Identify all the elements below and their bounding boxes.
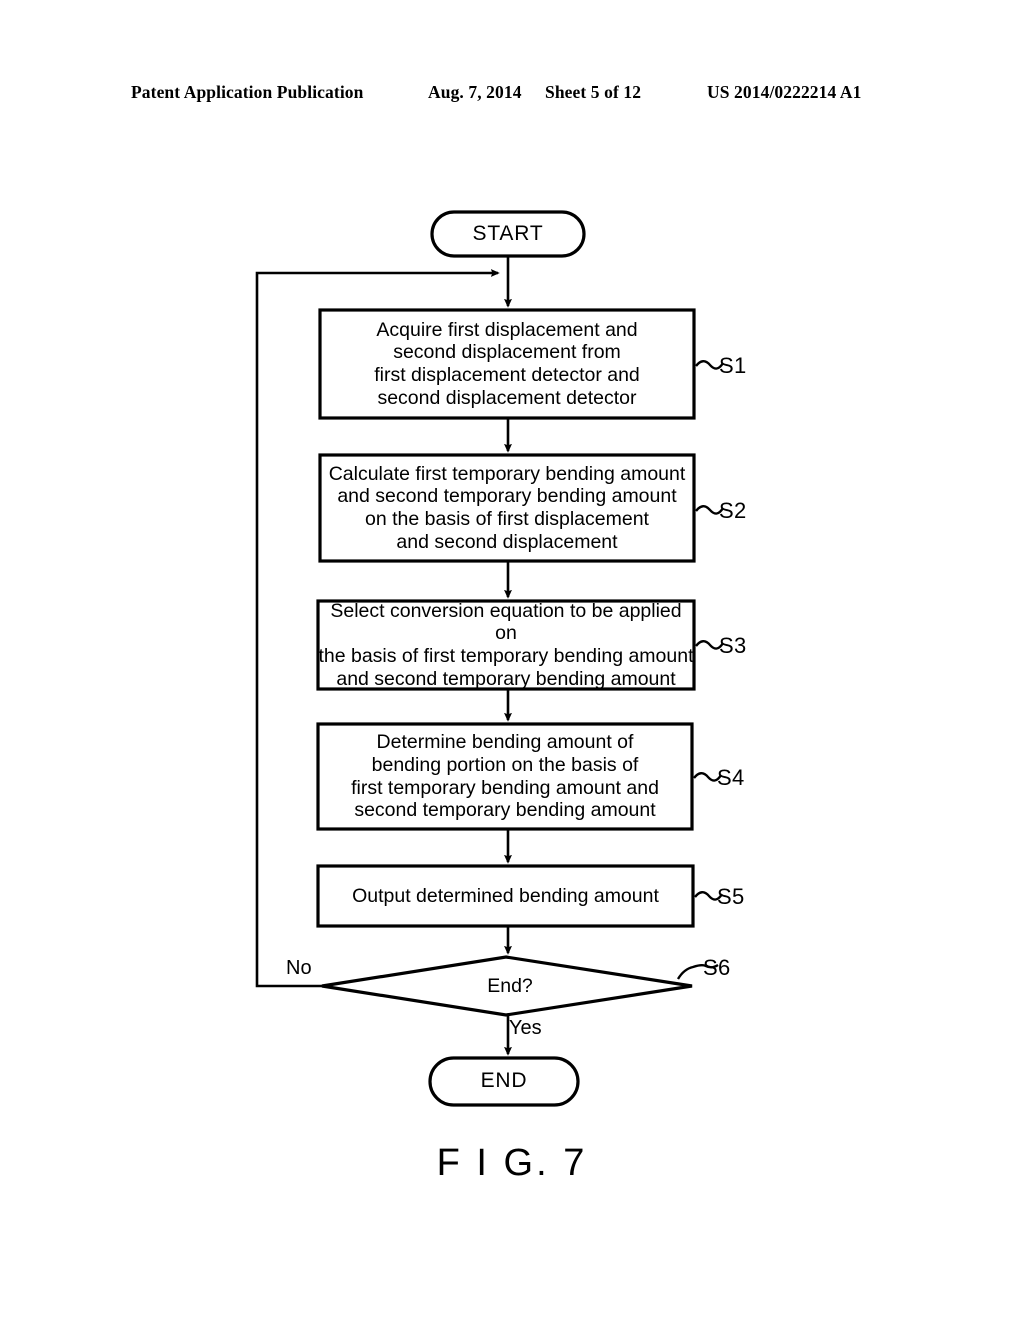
- figure-flowchart: START Acquire first displacement and sec…: [0, 0, 1024, 1320]
- node-label-s4: Determine bending amount of bending port…: [351, 731, 659, 822]
- figure-caption: F I G. 7: [436, 1142, 588, 1184]
- branch-label-yes: Yes: [509, 1017, 542, 1039]
- step-reference-s5: S5: [717, 884, 745, 909]
- node-label-start: START: [472, 221, 544, 245]
- branch-label-no: No: [286, 957, 312, 979]
- step-reference-s2: S2: [719, 498, 747, 523]
- node-label-end: END: [480, 1069, 528, 1093]
- step-reference-s1: S1: [719, 353, 747, 378]
- node-label-s2: Calculate first temporary bending amount…: [328, 462, 686, 553]
- node-label-s6: End?: [487, 974, 533, 997]
- node-label-s3: Select conversion equation to be applied…: [318, 599, 694, 690]
- step-reference-s6: S6: [703, 955, 731, 980]
- step-reference-s4: S4: [717, 765, 745, 790]
- step-reference-s3: S3: [719, 633, 747, 658]
- node-label-s1: Acquire first displacement and second di…: [374, 318, 640, 409]
- node-label-s5: Output determined bending amount: [352, 884, 659, 907]
